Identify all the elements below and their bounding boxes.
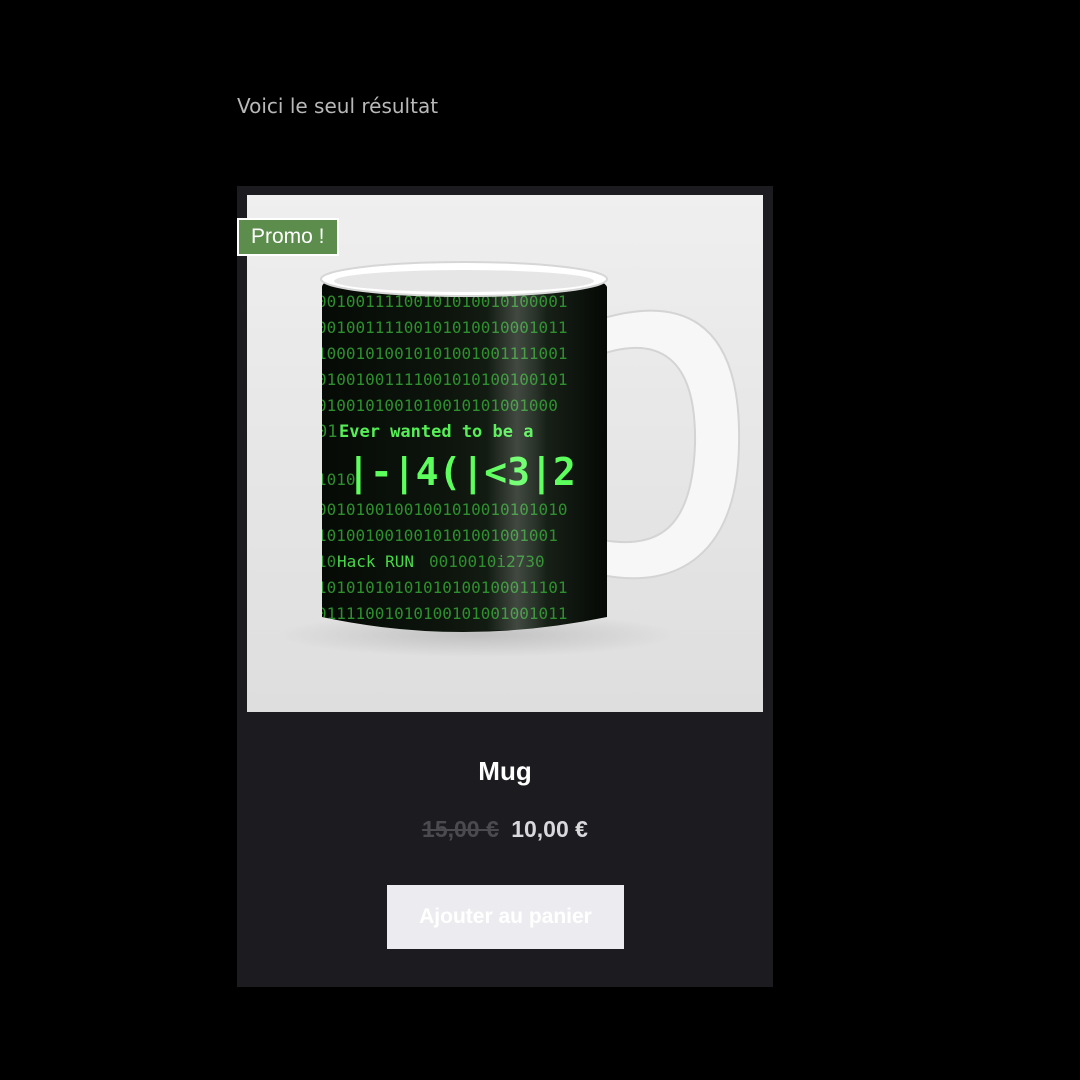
price-regular: 15,00 € (422, 816, 499, 842)
add-to-cart-button[interactable]: Ajouter au panier (387, 885, 624, 949)
product-price: 15,00 € 10,00 € (237, 816, 773, 843)
sale-badge: Promo ! (237, 218, 339, 256)
product-title[interactable]: Mug (237, 756, 773, 787)
price-sale: 10,00 € (511, 816, 588, 842)
mug-print-text-3: Hack RUN (337, 552, 414, 571)
shop-page: Voici le seul résultat 00100111100101010… (0, 0, 1080, 1080)
product-image: 00100111100101010010100001 0010011110010… (247, 195, 763, 712)
result-count: Voici le seul résultat (237, 94, 439, 118)
product-card: 00100111100101010010100001 0010011110010… (237, 186, 773, 987)
product-image-link[interactable]: 00100111100101010010100001 0010011110010… (247, 195, 763, 712)
